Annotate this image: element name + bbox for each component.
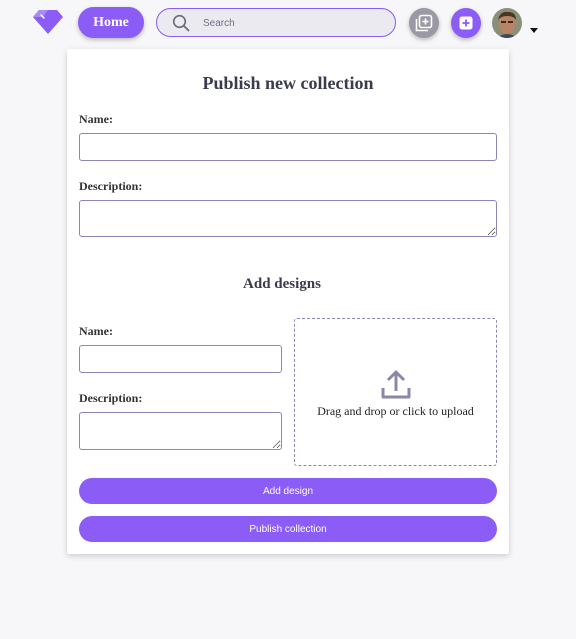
search-bar[interactable] (156, 8, 396, 37)
user-avatar[interactable] (492, 8, 522, 38)
home-button[interactable]: Home (78, 7, 144, 38)
collections-button[interactable] (409, 8, 439, 38)
collection-description-input[interactable] (79, 200, 497, 237)
top-nav: Home (0, 0, 576, 46)
add-design-button[interactable]: Add design (79, 478, 497, 504)
chevron-down-icon[interactable] (530, 20, 538, 33)
collection-name-input[interactable] (79, 133, 497, 161)
search-icon (172, 14, 190, 32)
collection-description-label: Description: (79, 179, 143, 193)
design-name-label: Name: (79, 324, 113, 338)
search-input[interactable] (203, 14, 383, 32)
add-collection-icon (415, 14, 433, 32)
diamond-logo-icon[interactable] (32, 8, 64, 36)
plus-square-icon (459, 16, 473, 30)
add-designs-heading: Add designs (243, 276, 321, 292)
publish-collection-button[interactable]: Publish collection (79, 516, 497, 542)
publish-collection-card: Publish new collection Name: Description… (67, 49, 509, 554)
upload-icon (380, 369, 412, 401)
design-description-label: Description: (79, 391, 143, 405)
design-name-input[interactable] (79, 345, 282, 373)
collection-name-label: Name: (79, 112, 113, 126)
design-description-input[interactable] (79, 412, 282, 450)
upload-dropzone[interactable]: Drag and drop or click to upload (294, 318, 497, 466)
add-design-nav-button[interactable] (451, 8, 481, 38)
dropzone-text: Drag and drop or click to upload (317, 404, 474, 418)
page-title: Publish new collection (202, 73, 374, 93)
